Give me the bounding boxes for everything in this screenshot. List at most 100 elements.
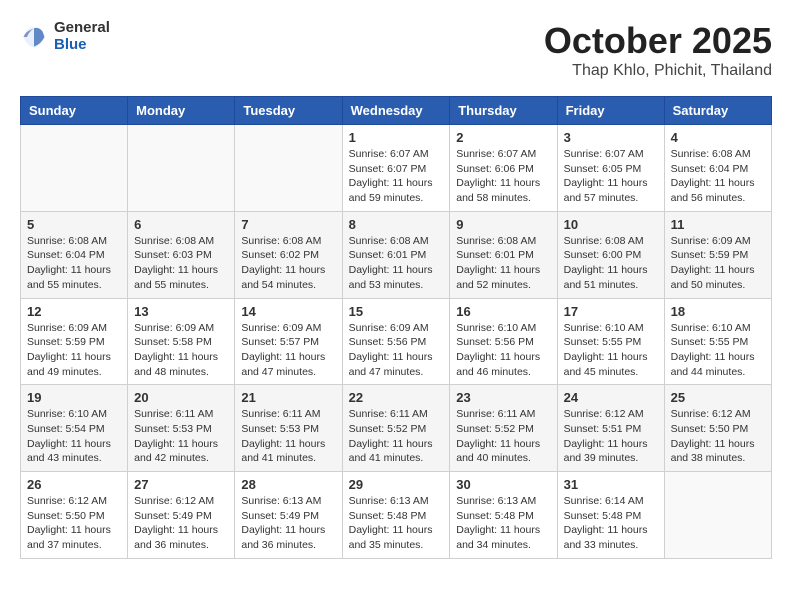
calendar-cell: 29 Sunrise: 6:13 AMSunset: 5:48 PMDayligh… (342, 472, 450, 559)
calendar-cell: 23 Sunrise: 6:11 AMSunset: 5:52 PMDayligh… (450, 385, 557, 472)
cell-details: Sunrise: 6:07 AMSunset: 6:07 PMDaylight:… (349, 147, 444, 206)
cell-details: Sunrise: 6:10 AMSunset: 5:55 PMDaylight:… (564, 321, 658, 380)
cell-details: Sunrise: 6:13 AMSunset: 5:48 PMDaylight:… (349, 494, 444, 553)
day-header-friday: Friday (557, 97, 664, 125)
day-number: 5 (27, 217, 121, 232)
calendar-cell: 1 Sunrise: 6:07 AMSunset: 6:07 PMDaylight… (342, 125, 450, 212)
calendar-cell: 19 Sunrise: 6:10 AMSunset: 5:54 PMDayligh… (21, 385, 128, 472)
calendar-table: SundayMondayTuesdayWednesdayThursdayFrid… (20, 96, 772, 559)
calendar-cell: 16Sunrise: 6:10 AMSunset: 5:56 PMDayligh… (450, 298, 557, 385)
calendar-cell: 26 Sunrise: 6:12 AMSunset: 5:50 PMDayligh… (21, 472, 128, 559)
day-header-sunday: Sunday (21, 97, 128, 125)
day-header-wednesday: Wednesday (342, 97, 450, 125)
calendar-cell (664, 472, 771, 559)
cell-details: Sunrise: 6:08 AMSunset: 6:01 PMDaylight:… (456, 234, 550, 293)
logo-blue-text: Blue (54, 37, 110, 54)
day-number: 10 (564, 217, 658, 232)
day-number: 17 (564, 304, 658, 319)
cell-details: Sunrise: 6:12 AMSunset: 5:51 PMDaylight:… (564, 407, 658, 466)
logo-text: General Blue (54, 20, 110, 53)
day-number: 14 (241, 304, 335, 319)
day-number: 15 (349, 304, 444, 319)
day-number: 16 (456, 304, 550, 319)
cell-details: Sunrise: 6:08 AMSunset: 6:03 PMDaylight:… (134, 234, 228, 293)
calendar-header-row: SundayMondayTuesdayWednesdayThursdayFrid… (21, 97, 772, 125)
day-number: 7 (241, 217, 335, 232)
calendar-cell: 3 Sunrise: 6:07 AMSunset: 6:05 PMDaylight… (557, 125, 664, 212)
day-number: 21 (241, 390, 335, 405)
cell-details: Sunrise: 6:09 AMSunset: 5:57 PMDaylight:… (241, 321, 335, 380)
day-number: 8 (349, 217, 444, 232)
day-number: 31 (564, 477, 658, 492)
day-number: 22 (349, 390, 444, 405)
calendar-cell: 4Sunrise: 6:08 AMSunset: 6:04 PMDaylight… (664, 125, 771, 212)
calendar-cell (21, 125, 128, 212)
cell-details: Sunrise: 6:12 AMSunset: 5:50 PMDaylight:… (27, 494, 121, 553)
logo-general-text: General (54, 20, 110, 37)
calendar-cell: 30Sunrise: 6:13 AMSunset: 5:48 PMDayligh… (450, 472, 557, 559)
calendar-cell: 6 Sunrise: 6:08 AMSunset: 6:03 PMDaylight… (128, 211, 235, 298)
cell-details: Sunrise: 6:08 AMSunset: 6:02 PMDaylight:… (241, 234, 335, 293)
cell-details: Sunrise: 6:09 AMSunset: 5:59 PMDaylight:… (671, 234, 765, 293)
calendar-cell: 22 Sunrise: 6:11 AMSunset: 5:52 PMDayligh… (342, 385, 450, 472)
day-header-saturday: Saturday (664, 97, 771, 125)
calendar-cell: 11 Sunrise: 6:09 AMSunset: 5:59 PMDayligh… (664, 211, 771, 298)
calendar-week-4: 19 Sunrise: 6:10 AMSunset: 5:54 PMDayligh… (21, 385, 772, 472)
calendar-cell: 25Sunrise: 6:12 AMSunset: 5:50 PMDayligh… (664, 385, 771, 472)
cell-details: Sunrise: 6:09 AMSunset: 5:59 PMDaylight:… (27, 321, 121, 380)
day-number: 26 (27, 477, 121, 492)
calendar-cell (235, 125, 342, 212)
cell-details: Sunrise: 6:12 AMSunset: 5:50 PMDaylight:… (671, 407, 765, 466)
calendar-cell: 9Sunrise: 6:08 AMSunset: 6:01 PMDaylight… (450, 211, 557, 298)
cell-details: Sunrise: 6:10 AMSunset: 5:54 PMDaylight:… (27, 407, 121, 466)
calendar-week-2: 5 Sunrise: 6:08 AMSunset: 6:04 PMDaylight… (21, 211, 772, 298)
calendar-cell: 24 Sunrise: 6:12 AMSunset: 5:51 PMDayligh… (557, 385, 664, 472)
calendar-cell: 21 Sunrise: 6:11 AMSunset: 5:53 PMDayligh… (235, 385, 342, 472)
day-number: 18 (671, 304, 765, 319)
cell-details: Sunrise: 6:11 AMSunset: 5:53 PMDaylight:… (134, 407, 228, 466)
cell-details: Sunrise: 6:07 AMSunset: 6:05 PMDaylight:… (564, 147, 658, 206)
day-number: 4 (671, 130, 765, 145)
page-header: General Blue October 2025 Thap Khlo, Phi… (20, 20, 772, 80)
calendar-cell: 13Sunrise: 6:09 AMSunset: 5:58 PMDayligh… (128, 298, 235, 385)
month-title: October 2025 (544, 20, 772, 62)
cell-details: Sunrise: 6:13 AMSunset: 5:49 PMDaylight:… (241, 494, 335, 553)
day-number: 6 (134, 217, 228, 232)
calendar-cell: 2Sunrise: 6:07 AMSunset: 6:06 PMDaylight… (450, 125, 557, 212)
cell-details: Sunrise: 6:10 AMSunset: 5:55 PMDaylight:… (671, 321, 765, 380)
logo: General Blue (20, 20, 110, 53)
calendar-cell (128, 125, 235, 212)
calendar-cell: 14 Sunrise: 6:09 AMSunset: 5:57 PMDayligh… (235, 298, 342, 385)
calendar-cell: 18 Sunrise: 6:10 AMSunset: 5:55 PMDayligh… (664, 298, 771, 385)
logo-icon (20, 23, 48, 51)
cell-details: Sunrise: 6:08 AMSunset: 6:01 PMDaylight:… (349, 234, 444, 293)
location: Thap Khlo, Phichit, Thailand (544, 62, 772, 80)
calendar-cell: 27 Sunrise: 6:12 AMSunset: 5:49 PMDayligh… (128, 472, 235, 559)
cell-details: Sunrise: 6:12 AMSunset: 5:49 PMDaylight:… (134, 494, 228, 553)
day-number: 27 (134, 477, 228, 492)
cell-details: Sunrise: 6:08 AMSunset: 6:04 PMDaylight:… (27, 234, 121, 293)
day-number: 20 (134, 390, 228, 405)
day-header-monday: Monday (128, 97, 235, 125)
day-number: 12 (27, 304, 121, 319)
day-number: 3 (564, 130, 658, 145)
calendar-cell: 5 Sunrise: 6:08 AMSunset: 6:04 PMDaylight… (21, 211, 128, 298)
cell-details: Sunrise: 6:11 AMSunset: 5:53 PMDaylight:… (241, 407, 335, 466)
day-number: 29 (349, 477, 444, 492)
calendar-cell: 15Sunrise: 6:09 AMSunset: 5:56 PMDayligh… (342, 298, 450, 385)
day-number: 19 (27, 390, 121, 405)
day-number: 11 (671, 217, 765, 232)
day-number: 28 (241, 477, 335, 492)
day-number: 24 (564, 390, 658, 405)
calendar-cell: 12 Sunrise: 6:09 AMSunset: 5:59 PMDayligh… (21, 298, 128, 385)
day-number: 30 (456, 477, 550, 492)
cell-details: Sunrise: 6:11 AMSunset: 5:52 PMDaylight:… (349, 407, 444, 466)
calendar-cell: 10Sunrise: 6:08 AMSunset: 6:00 PMDayligh… (557, 211, 664, 298)
calendar-cell: 17 Sunrise: 6:10 AMSunset: 5:55 PMDayligh… (557, 298, 664, 385)
day-header-tuesday: Tuesday (235, 97, 342, 125)
day-number: 1 (349, 130, 444, 145)
calendar-week-3: 12 Sunrise: 6:09 AMSunset: 5:59 PMDayligh… (21, 298, 772, 385)
day-number: 23 (456, 390, 550, 405)
cell-details: Sunrise: 6:09 AMSunset: 5:58 PMDaylight:… (134, 321, 228, 380)
cell-details: Sunrise: 6:11 AMSunset: 5:52 PMDaylight:… (456, 407, 550, 466)
